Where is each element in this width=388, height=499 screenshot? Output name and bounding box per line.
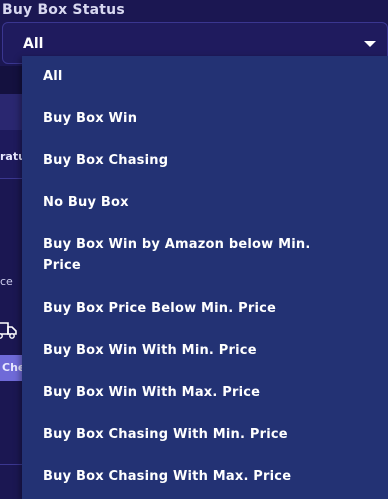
- background-column-header-fragment: ratu: [0, 150, 22, 163]
- background-text-fragment: ce: [0, 275, 13, 288]
- option-buy-box-win-by-amazon-below-min-price[interactable]: Buy Box Win by Amazon below Min. Price: [43, 234, 328, 276]
- option-buy-box-chasing-with-max-price[interactable]: Buy Box Chasing With Max. Price: [43, 466, 343, 487]
- option-buy-box-win-with-min-price[interactable]: Buy Box Win With Min. Price: [43, 340, 343, 361]
- option-buy-box-win-with-max-price[interactable]: Buy Box Win With Max. Price: [43, 382, 343, 403]
- background-row: [0, 66, 22, 94]
- option-buy-box-chasing[interactable]: Buy Box Chasing: [43, 150, 343, 171]
- buy-box-status-dropdown[interactable]: All Buy Box Win Buy Box Chasing No Buy B…: [22, 56, 388, 499]
- background-divider: [0, 464, 22, 465]
- option-no-buy-box[interactable]: No Buy Box: [43, 192, 343, 213]
- option-buy-box-chasing-with-min-price[interactable]: Buy Box Chasing With Min. Price: [43, 424, 343, 445]
- background-divider: [0, 178, 22, 179]
- background-row: [0, 94, 22, 130]
- option-all[interactable]: All: [43, 66, 343, 87]
- option-buy-box-price-below-min-price[interactable]: Buy Box Price Below Min. Price: [43, 298, 343, 319]
- select-value: All: [23, 36, 44, 52]
- buy-box-status-label: Buy Box Status: [2, 2, 125, 18]
- option-buy-box-win[interactable]: Buy Box Win: [43, 108, 343, 129]
- background-check-button-fragment[interactable]: Che: [0, 355, 22, 381]
- chevron-down-icon[interactable]: [363, 40, 377, 48]
- truck-icon: [0, 322, 17, 339]
